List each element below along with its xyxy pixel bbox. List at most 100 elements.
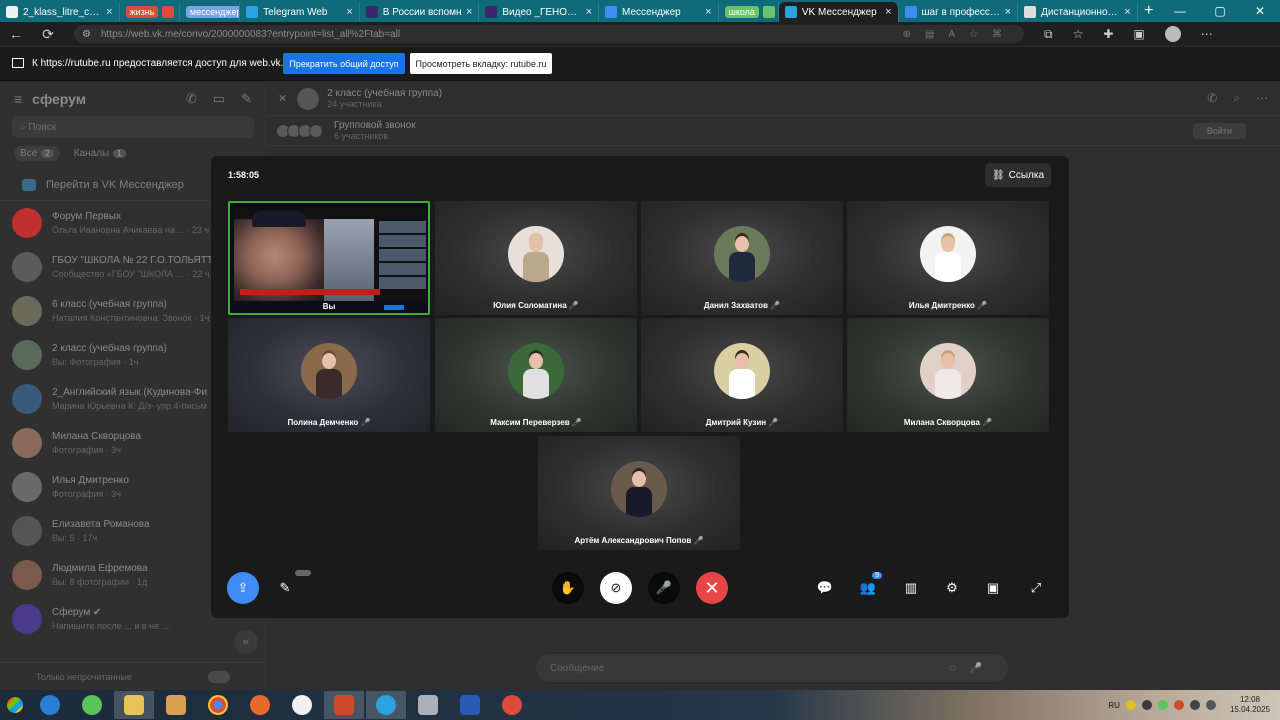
tab-close-icon[interactable]: × [466,6,472,18]
view-tab-button[interactable]: Просмотреть вкладку: rutube.ru [410,53,552,74]
tray-icon-5[interactable] [1189,700,1200,710]
join-call-button[interactable]: Войти [1192,122,1246,139]
end-call-button[interactable]: ✕ [696,572,728,604]
unread-only-row: Только непрочитанные [0,662,266,690]
start-button[interactable] [0,690,30,720]
taskbar-chrome[interactable] [198,691,238,719]
browser-tab[interactable]: шаг в профессию / С × [899,2,1019,22]
taskbar-media[interactable] [156,691,196,719]
chat-icon[interactable]: 💬 [813,576,837,600]
microphone-button[interactable]: 🎤 [648,572,680,604]
url-field[interactable]: ⚙ https://web.vk.me/convo/2000000083?ent… [74,25,1024,43]
browser-tab[interactable]: Видео _ГЕНОЦИД_ М × [479,2,599,22]
close-chat-icon[interactable]: ✕ [278,92,287,105]
tab-close-icon[interactable]: × [586,6,592,18]
tray-icon-4[interactable] [1173,700,1184,710]
language-indicator[interactable]: RU [1108,701,1120,710]
taskbar-edge[interactable] [366,691,406,719]
volume-icon[interactable] [1205,700,1216,710]
taskbar-utorrent[interactable] [72,691,112,719]
filter-channels[interactable]: Каналы 1 [68,146,132,161]
taskbar-firefox[interactable] [240,691,280,719]
maximize-icon[interactable]: ▢ [1200,4,1240,18]
participant-tile[interactable]: Дмитрий Кузин 🎤 [641,318,843,432]
browser-tab[interactable]: В России вспомн × [360,2,480,22]
tray-icon-2[interactable] [1141,700,1152,710]
archive-icon[interactable]: ▭ [213,91,225,107]
close-window-icon[interactable]: ✕ [1240,4,1280,18]
favorites-icon[interactable]: ☆ [1073,27,1084,41]
tab-close-icon[interactable]: × [885,6,891,18]
new-call-icon[interactable]: ✆ [186,91,197,107]
call-icon[interactable]: ✆ [1207,91,1217,106]
search-input[interactable]: ⌕ Поиск [12,116,254,138]
tab-close-icon[interactable]: × [1005,6,1011,18]
split-screen-icon[interactable]: ⧉ [1044,27,1053,42]
browser-tab[interactable]: Дистанционное обуч × [1018,2,1138,22]
settings-icon[interactable]: ⚙ [940,576,964,600]
chat-avatar [12,604,42,634]
tab-close-icon[interactable]: × [106,6,112,18]
participant-tile[interactable]: Илья Дмитренко 🎤 [847,201,1049,315]
new-tab-icon[interactable]: + [1138,2,1160,20]
taskbar-yandex[interactable] [282,691,322,719]
fullscreen-icon[interactable]: ⤢ [1024,576,1048,600]
profile-avatar[interactable] [1164,26,1181,42]
browser-tab[interactable]: Telegram Web × [240,2,360,22]
browser-tab[interactable]: Мессенджер × [599,2,719,22]
collapse-sidebar-icon[interactable]: « [234,630,258,654]
browser-tab[interactable]: мессенджер× [180,2,241,22]
taskbar-ie[interactable] [30,691,70,719]
tray-icon-3[interactable] [1157,700,1168,710]
clock[interactable]: 12:08 15.04.2025 [1230,695,1270,715]
menu-burger-icon[interactable]: ≡ [14,91,22,107]
compose-icon[interactable]: ✎ [241,91,252,107]
unread-only-toggle[interactable] [208,670,230,683]
participant-tile[interactable]: Данил Захватов 🎤 [641,201,843,315]
back-icon[interactable]: ← [0,26,32,42]
tab-close-icon[interactable]: × [705,6,711,18]
participant-tile[interactable]: Милана Скворцова 🎤 [847,318,1049,432]
camera-off-button[interactable]: ⊘ [600,572,632,604]
participants-icon[interactable]: 👥 9 [856,572,882,600]
self-video-tile[interactable]: Вы [228,201,430,315]
participant-tile[interactable]: Максим Переверзев 🎤 [435,318,637,432]
browser-tab[interactable]: школа× [719,2,779,22]
reload-icon[interactable]: ⟳ [32,26,64,43]
tab-close-icon[interactable]: × [1124,6,1130,18]
taskbar-word[interactable] [450,691,490,719]
tab-group-label[interactable]: школа [724,6,759,18]
tray-icon-1[interactable] [1125,700,1136,710]
tab-group-label[interactable]: мессенджер [185,6,240,18]
site-info-icon[interactable]: ⚙ [82,29,91,40]
effects-icon[interactable]: ✎ [273,576,297,600]
browser-tab[interactable]: жизнь× [120,2,180,22]
composer-actions-icon[interactable]: ☺🎤 [947,663,994,674]
layout-icon[interactable]: ▥ [899,576,923,600]
taskbar-presentation[interactable] [324,691,364,719]
chat-menu-icon[interactable]: ⋯ [1256,91,1268,106]
minimize-icon[interactable]: — [1160,4,1200,18]
browser-tab[interactable]: 2_klass_litre_chteniia.p× [0,2,120,22]
tab-group-label[interactable]: жизнь [125,6,159,18]
filter-all[interactable]: Все 2 [14,146,60,161]
taskbar-vivaldi[interactable] [492,691,532,719]
participant-tile[interactable]: Артём Александрович Попов 🎤 [538,436,740,550]
copy-link-button[interactable]: ⛓ Ссылка [985,163,1051,187]
message-composer[interactable]: Сообщение ☺🎤 [536,654,1008,682]
taskbar-tool[interactable] [408,691,448,719]
tab-close-icon[interactable]: × [346,6,352,18]
browser-tab[interactable]: VK Мессенджер × [778,2,899,22]
chat-search-icon[interactable]: ⌕ [1233,91,1240,106]
raise-hand-button[interactable]: ✋ [552,572,584,604]
taskbar-explorer[interactable] [114,691,154,719]
share-screen-button[interactable]: ⇪ [227,572,259,604]
participant-tile[interactable]: Юлия Соломатина 🎤 [435,201,637,315]
participant-tile[interactable]: Полина Демченко 🎤 [228,318,430,432]
menu-icon[interactable]: ⋯ [1201,27,1213,41]
stop-sharing-button[interactable]: Прекратить общий доступ [283,53,405,74]
extensions-icon[interactable]: ✚ [1103,27,1113,41]
collections-icon[interactable]: ▣ [1133,27,1144,41]
address-actions-icon[interactable]: ⊕▤A☆⌘ [903,29,1016,40]
picture-in-picture-icon[interactable]: ▣ [981,576,1005,600]
